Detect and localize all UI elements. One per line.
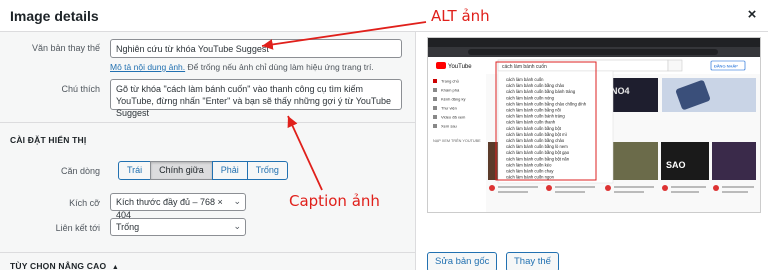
caption-arrow [287, 115, 323, 191]
annotation-arrows [261, 21, 427, 191]
alt-arrow [261, 21, 427, 50]
